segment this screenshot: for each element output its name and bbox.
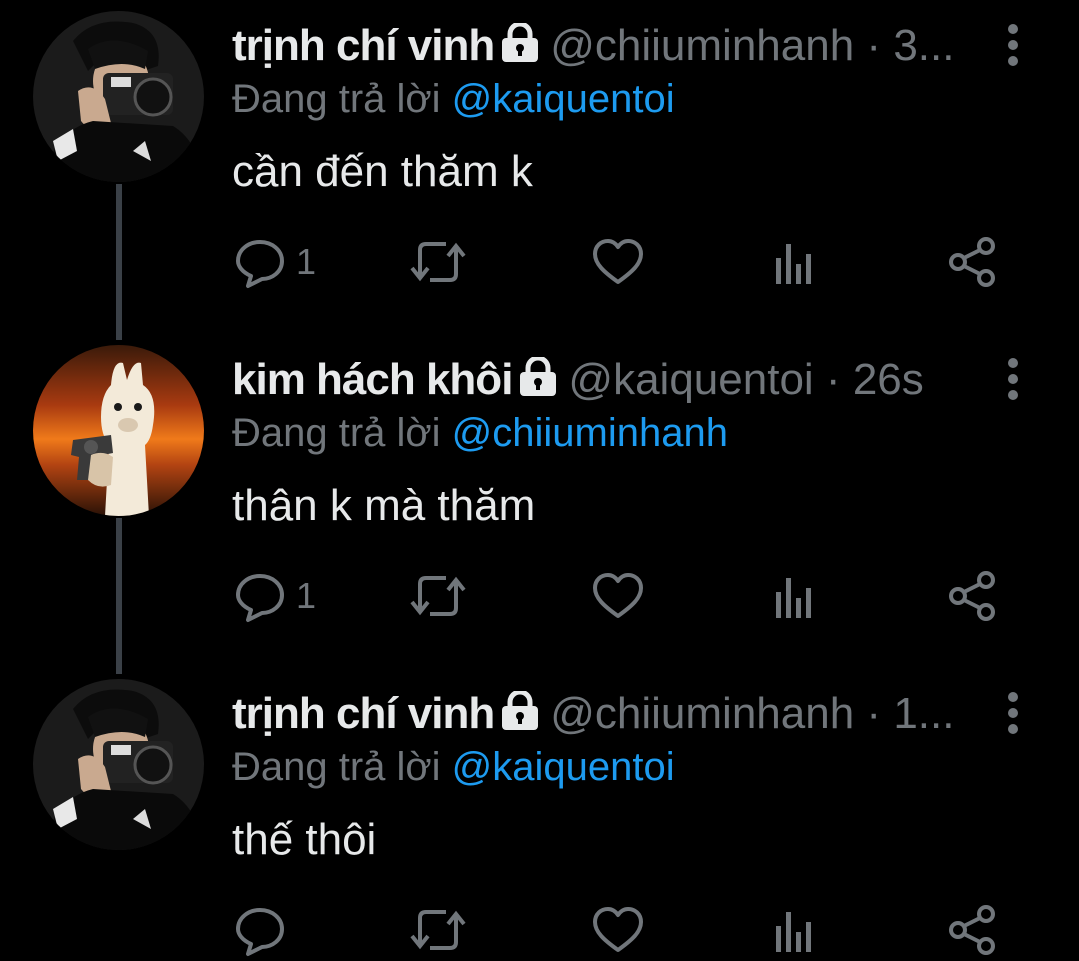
- reply-button[interactable]: 1: [232, 566, 316, 626]
- display-name[interactable]: trịnh chí vinh: [232, 689, 495, 738]
- separator-dot: ·: [825, 355, 841, 404]
- views-button[interactable]: [768, 566, 816, 626]
- timestamp[interactable]: 26s: [853, 355, 924, 404]
- retweet-icon: [410, 576, 466, 616]
- reply-count: 1: [296, 241, 317, 282]
- share-button[interactable]: [944, 900, 1000, 960]
- photographer-avatar-image: [33, 679, 204, 850]
- lock-icon: [516, 355, 560, 408]
- reply-icon: [236, 240, 284, 288]
- action-bar: 1: [232, 566, 1012, 626]
- tweet[interactable]: trịnh chí vinh @chiiuminhanh · 1... Đang …: [0, 668, 1079, 961]
- like-button[interactable]: [590, 232, 646, 292]
- user-handle[interactable]: @kaiquentoi: [568, 355, 813, 404]
- mention-link[interactable]: @chiiuminhanh: [452, 411, 728, 455]
- more-icon[interactable]: [1003, 24, 1023, 68]
- replying-prefix: Đang trả lời: [232, 411, 441, 455]
- tweet-text: thân k mà thăm: [232, 481, 536, 530]
- reply-icon: [236, 574, 284, 622]
- avatar[interactable]: [33, 11, 204, 182]
- reply-icon: [236, 908, 284, 956]
- replying-to: Đang trả lời @kaiquentoi: [232, 74, 675, 124]
- share-icon: [949, 571, 995, 621]
- views-button[interactable]: [768, 900, 816, 960]
- retweet-button[interactable]: [408, 566, 468, 626]
- replying-prefix: Đang trả lời: [232, 745, 441, 789]
- views-icon: [776, 578, 811, 618]
- separator-dot: ·: [866, 689, 882, 738]
- display-name[interactable]: kim hách khôi: [232, 355, 513, 404]
- lock-icon: [498, 21, 542, 74]
- tweet-text: cần đến thăm k: [232, 147, 533, 196]
- retweet-button[interactable]: [408, 900, 468, 960]
- replying-to: Đang trả lời @chiiuminhanh: [232, 408, 728, 458]
- share-icon: [949, 237, 995, 287]
- avatar[interactable]: [33, 345, 204, 516]
- timestamp[interactable]: 1...: [893, 689, 954, 738]
- separator-dot: ·: [866, 21, 882, 70]
- retweet-icon: [410, 242, 466, 282]
- alpaca-with-gun-avatar-image: [33, 345, 204, 516]
- user-handle[interactable]: @chiiuminhanh: [550, 689, 854, 738]
- views-button[interactable]: [768, 232, 816, 292]
- reply-count: 1: [296, 575, 317, 616]
- replying-prefix: Đang trả lời: [232, 77, 441, 121]
- views-icon: [776, 244, 811, 284]
- share-button[interactable]: [944, 232, 1000, 292]
- like-icon: [593, 239, 643, 284]
- tweet-header: trịnh chí vinh @chiiuminhanh · 3...: [232, 18, 999, 74]
- photographer-avatar-image: [33, 11, 204, 182]
- mention-link[interactable]: @kaiquentoi: [452, 77, 675, 121]
- tweet[interactable]: trịnh chí vinh @chiiuminhanh · 3... Đang …: [0, 0, 1079, 334]
- tweet-header: trịnh chí vinh @chiiuminhanh · 1...: [232, 686, 999, 742]
- tweet-header: kim hách khôi @kaiquentoi · 26s: [232, 352, 999, 408]
- tweet[interactable]: kim hách khôi @kaiquentoi · 26s Đang trả …: [0, 334, 1079, 668]
- like-icon: [593, 907, 643, 952]
- action-bar: [232, 900, 1012, 960]
- retweet-icon: [410, 910, 466, 950]
- more-icon[interactable]: [1003, 358, 1023, 402]
- more-icon[interactable]: [1003, 692, 1023, 736]
- avatar[interactable]: [33, 679, 204, 850]
- user-handle[interactable]: @chiiuminhanh: [550, 21, 854, 70]
- like-icon: [593, 573, 643, 618]
- tweet-text: thế thôi: [232, 815, 377, 864]
- lock-icon: [498, 689, 542, 742]
- share-button[interactable]: [944, 566, 1000, 626]
- replying-to: Đang trả lời @kaiquentoi: [232, 742, 675, 792]
- reply-button[interactable]: 1: [232, 232, 316, 292]
- views-icon: [776, 912, 811, 952]
- reply-button[interactable]: [232, 900, 296, 960]
- like-button[interactable]: [590, 566, 646, 626]
- mention-link[interactable]: @kaiquentoi: [452, 745, 675, 789]
- share-icon: [949, 905, 995, 955]
- timestamp[interactable]: 3...: [893, 21, 954, 70]
- display-name[interactable]: trịnh chí vinh: [232, 21, 495, 70]
- retweet-button[interactable]: [408, 232, 468, 292]
- action-bar: 1: [232, 232, 1012, 292]
- like-button[interactable]: [590, 900, 646, 960]
